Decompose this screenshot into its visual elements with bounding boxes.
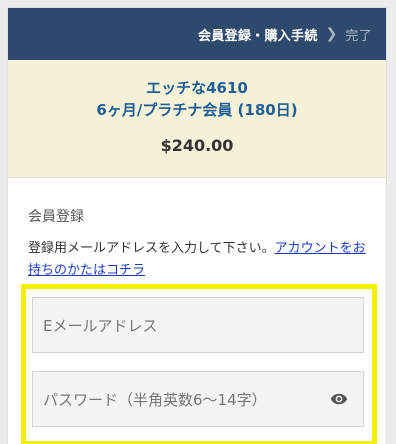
email-placeholder: Eメールアドレス bbox=[43, 316, 158, 335]
registration-section: 会員登録 登録用メールアドレスを入力して下さい。アカウントをお持ちのかたはコチラ bbox=[8, 178, 386, 282]
highlight-box: Eメールアドレス パスワード（半角英数6〜14字） bbox=[21, 284, 377, 444]
step-header: 会員登録・購入手続 ❯ 完了 bbox=[8, 8, 386, 60]
section-title: 会員登録 bbox=[28, 209, 84, 225]
password-placeholder: パスワード（半角英数6〜14字） bbox=[43, 390, 267, 409]
eye-icon[interactable] bbox=[329, 390, 349, 408]
step-register-purchase: 会員登録・購入手続 bbox=[197, 28, 318, 44]
product-summary: エッチな4610 6ヶ月/プラチナ会員 (180日) $240.00 bbox=[8, 60, 386, 178]
step-complete: 完了 bbox=[345, 28, 372, 44]
registration-panel: 会員登録・購入手続 ❯ 完了 エッチな4610 6ヶ月/プラチナ会員 (180日… bbox=[8, 8, 386, 444]
chevron-right-icon: ❯ bbox=[325, 26, 338, 42]
password-field[interactable]: パスワード（半角英数6〜14字） bbox=[32, 371, 364, 427]
product-name: エッチな4610 bbox=[146, 79, 248, 97]
product-price: $240.00 bbox=[160, 136, 234, 155]
registration-instructions: 登録用メールアドレスを入力して下さい。アカウントをお持ちのかたはコチラ bbox=[28, 238, 366, 282]
instruction-text: 登録用メールアドレスを入力して下さい。 bbox=[28, 241, 275, 256]
product-plan: 6ヶ月/プラチナ会員 (180日) bbox=[96, 101, 298, 119]
email-field[interactable]: Eメールアドレス bbox=[32, 297, 364, 353]
